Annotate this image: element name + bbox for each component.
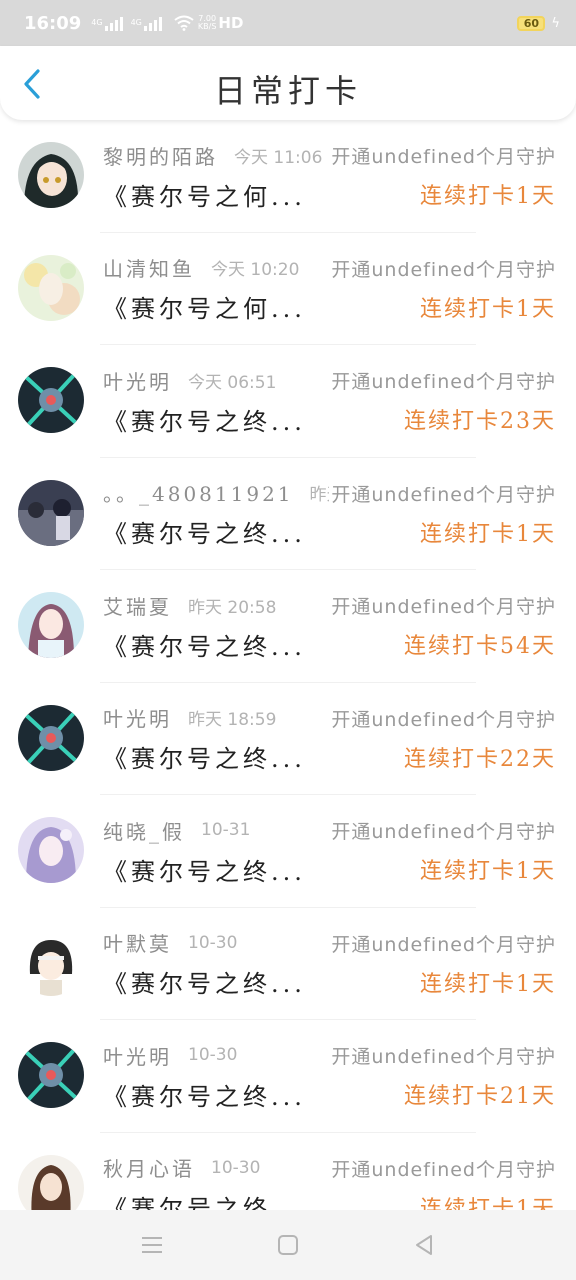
list-item[interactable]: 秋月心语 10-30 开通undefined个月守护 《赛尔号之终... 连续打… (0, 1133, 576, 1211)
user-name[interactable]: 叶光明 (103, 703, 172, 732)
nav-back-button[interactable] (411, 1232, 437, 1258)
checkin-time: 昨天 18:59 (188, 710, 277, 730)
list-item[interactable]: 叶光明 今天 06:51 开通undefined个月守护 《赛尔号之终... 连… (0, 345, 576, 458)
book-title[interactable]: 《赛尔号之终... (103, 627, 306, 662)
checkin-time: 10-30 (188, 932, 238, 953)
vip-text: 开通undefined个月守护 (329, 367, 556, 394)
user-name[interactable]: 叶默莫 (103, 928, 172, 957)
streak-text: 连续打卡22天 (404, 746, 556, 772)
user-name[interactable]: 。。_480811921 (103, 478, 294, 507)
streak-text: 连续打卡1天 (420, 296, 556, 322)
user-name[interactable]: 纯晓_假 (103, 816, 185, 845)
net-speed: 7.00 KB/S (198, 15, 217, 31)
list-item[interactable]: 叶光明 10-30 开通undefined个月守护 《赛尔号之终... 连续打卡… (0, 1020, 576, 1133)
streak-text: 连续打卡1天 (420, 184, 556, 209)
book-title[interactable]: 《赛尔号之终... (103, 852, 306, 887)
back-triangle-icon (416, 1235, 432, 1255)
book-title[interactable]: 《赛尔号之何... (103, 289, 306, 324)
user-name[interactable]: 叶光明 (103, 1041, 172, 1070)
vip-text: 开通undefined个月守护 (329, 1042, 556, 1069)
streak-text: 连续打卡21天 (404, 1084, 556, 1109)
list-item[interactable]: 纯晓_假 10-31 开通undefined个月守护 《赛尔号之终... 连续打… (0, 795, 576, 908)
charging-icon: ϟ (551, 15, 560, 31)
streak-text: 连续打卡1天 (420, 521, 556, 547)
book-title[interactable]: 《赛尔号之终... (103, 1189, 306, 1210)
checkin-time: 10-30 (188, 1045, 238, 1065)
book-title[interactable]: 《赛尔号之何... (103, 177, 306, 212)
vip-text: 开通undefined个月守护 (329, 929, 556, 957)
avatar[interactable] (18, 367, 84, 433)
checkin-list[interactable]: 黎明的陌路 今天 11:06 开通undefined个月守护 《赛尔号之何...… (0, 120, 576, 1210)
system-nav-bar (0, 1210, 576, 1280)
streak-text: 连续打卡23天 (404, 409, 556, 434)
book-title[interactable]: 《赛尔号之终... (103, 1077, 306, 1112)
menu-button[interactable] (139, 1232, 165, 1258)
streak-text: 连续打卡1天 (420, 971, 556, 997)
checkin-time: 昨天 20:58 (188, 597, 277, 618)
book-title[interactable]: 《赛尔号之终... (103, 964, 306, 999)
user-name[interactable]: 叶光明 (103, 366, 172, 395)
vip-text: 开通undefined个月守护 (329, 817, 556, 844)
vip-text: 开通undefined个月守护 (329, 592, 556, 619)
list-item[interactable]: 山清知鱼 今天 10:20 开通undefined个月守护 《赛尔号之何... … (0, 233, 576, 346)
streak-text: 连续打卡1天 (420, 1196, 556, 1211)
checkin-time: 10-30 (211, 1157, 261, 1178)
list-item[interactable]: 黎明的陌路 今天 11:06 开通undefined个月守护 《赛尔号之何...… (0, 120, 576, 233)
page-title: 日常打卡 (213, 72, 362, 110)
vip-text: 开通undefined个月守护 (329, 142, 556, 169)
user-name[interactable]: 秋月心语 (103, 1153, 195, 1182)
signal-2-label: 4G (130, 18, 142, 27)
battery-icon: 60 (517, 15, 546, 31)
signal-1-label: 4G (91, 18, 103, 27)
vip-text: 开通undefined个月守护 (329, 1154, 556, 1182)
avatar[interactable] (18, 929, 84, 996)
vip-text: 开通undefined个月守护 (329, 704, 556, 732)
avatar[interactable] (18, 592, 84, 658)
home-square-icon (278, 1235, 298, 1255)
net-speed-unit: KB/S (197, 22, 217, 31)
signal-1-icon (104, 15, 123, 31)
user-name[interactable]: 山清知鱼 (103, 253, 195, 282)
checkin-time: 今天 10:20 (211, 260, 300, 280)
avatar[interactable] (18, 254, 84, 321)
signal-2-icon (143, 15, 162, 31)
avatar[interactable] (18, 817, 84, 883)
avatar[interactable] (18, 1042, 84, 1108)
user-name[interactable]: 艾瑞夏 (103, 591, 172, 620)
list-item[interactable]: 叶光明 昨天 18:59 开通undefined个月守护 《赛尔号之终... 连… (0, 683, 576, 796)
checkin-time: 今天 06:51 (188, 372, 277, 393)
menu-icon (142, 1237, 162, 1253)
checkin-time: 今天 11:06 (234, 147, 323, 168)
book-title[interactable]: 《赛尔号之终... (103, 514, 306, 549)
book-title[interactable]: 《赛尔号之终... (103, 402, 306, 437)
vip-text: 开通undefined个月守护 (329, 254, 556, 282)
home-button[interactable] (275, 1232, 301, 1258)
avatar[interactable] (18, 142, 84, 208)
list-item[interactable]: 叶默莫 10-30 开通undefined个月守护 《赛尔号之终... 连续打卡… (0, 908, 576, 1021)
header-bar: 日常打卡 (0, 46, 576, 120)
checkin-time: 10-31 (201, 820, 251, 840)
streak-text: 连续打卡54天 (404, 634, 556, 659)
status-bar: 16:09 4G 4G 7.00 KB/S HD 60 ϟ (0, 0, 576, 46)
streak-text: 连续打卡1天 (420, 859, 556, 884)
list-item[interactable]: 。。_480811921 昨天 21:44 开通undefined个月守护 《赛… (0, 458, 576, 571)
status-time: 16:09 (24, 12, 82, 34)
avatar[interactable] (18, 704, 84, 771)
wifi-icon (174, 15, 194, 31)
user-name[interactable]: 黎明的陌路 (103, 141, 218, 170)
avatar[interactable] (18, 1154, 84, 1210)
list-item[interactable]: 艾瑞夏 昨天 20:58 开通undefined个月守护 《赛尔号之终... 连… (0, 570, 576, 683)
book-title[interactable]: 《赛尔号之终... (103, 739, 306, 774)
hd-indicator: HD (218, 14, 244, 32)
avatar[interactable] (18, 479, 84, 546)
vip-text: 开通undefined个月守护 (329, 479, 556, 507)
